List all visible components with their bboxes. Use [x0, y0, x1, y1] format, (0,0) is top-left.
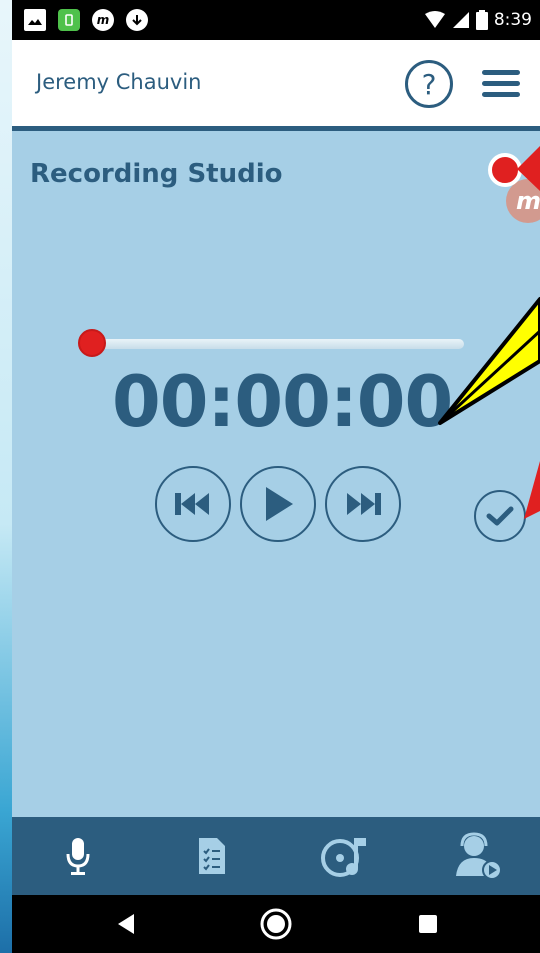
nav-record[interactable] [48, 827, 108, 885]
back-triangle-icon [118, 914, 134, 934]
annotation-arrow-yellow [438, 297, 540, 425]
skip-forward-icon [347, 493, 381, 515]
help-icon: ? [421, 67, 437, 101]
status-bar: m 8:39 [12, 0, 540, 40]
slide-background-strip [0, 0, 12, 953]
recording-studio-panel: Recording Studio m 00:00:00 [12, 131, 540, 817]
m-app-icon: m [92, 9, 114, 31]
confirm-button[interactable] [474, 490, 526, 542]
nav-agent[interactable] [448, 827, 508, 885]
play-icon [266, 487, 293, 521]
agent-play-icon [456, 832, 502, 880]
home-circle-icon [260, 908, 292, 940]
bottom-nav [12, 817, 540, 895]
page-title: Recording Studio [30, 159, 283, 189]
annotation-arrow-red-bottom [524, 461, 540, 519]
skip-forward-button[interactable] [325, 466, 401, 542]
recents-button[interactable] [398, 895, 458, 953]
hamburger-menu-icon[interactable] [482, 70, 520, 98]
nav-music[interactable] [314, 827, 374, 885]
microphone-icon [66, 838, 90, 875]
elapsed-timer: 00:00:00 [112, 361, 453, 443]
play-button[interactable] [240, 466, 316, 542]
skip-back-button[interactable] [155, 466, 231, 542]
image-icon [24, 9, 46, 31]
user-name: Jeremy Chauvin [36, 70, 202, 94]
wifi-icon [424, 11, 445, 28]
annotation-arrow-red-top [517, 146, 540, 191]
status-time: 8:39 [493, 10, 532, 30]
home-button[interactable] [246, 895, 306, 953]
checklist-icon [199, 838, 225, 874]
nav-checklist[interactable] [182, 827, 242, 885]
system-nav-bar [12, 895, 540, 953]
back-button[interactable] [96, 895, 156, 953]
recents-square-icon [419, 915, 437, 933]
download-icon [126, 9, 148, 31]
signal-icon [452, 12, 469, 28]
progress-track[interactable] [92, 339, 464, 349]
music-disc-icon [321, 838, 366, 877]
phone-screen: m 8:39 Jeremy Chauvin ? Recording Studio… [12, 0, 540, 953]
app-header: Jeremy Chauvin ? [12, 40, 540, 126]
battery-icon [475, 10, 488, 30]
progress-thumb[interactable] [78, 329, 106, 357]
phone-app-icon [58, 9, 80, 31]
check-icon [486, 506, 514, 526]
skip-back-icon [175, 493, 209, 515]
help-button[interactable]: ? [405, 60, 453, 108]
